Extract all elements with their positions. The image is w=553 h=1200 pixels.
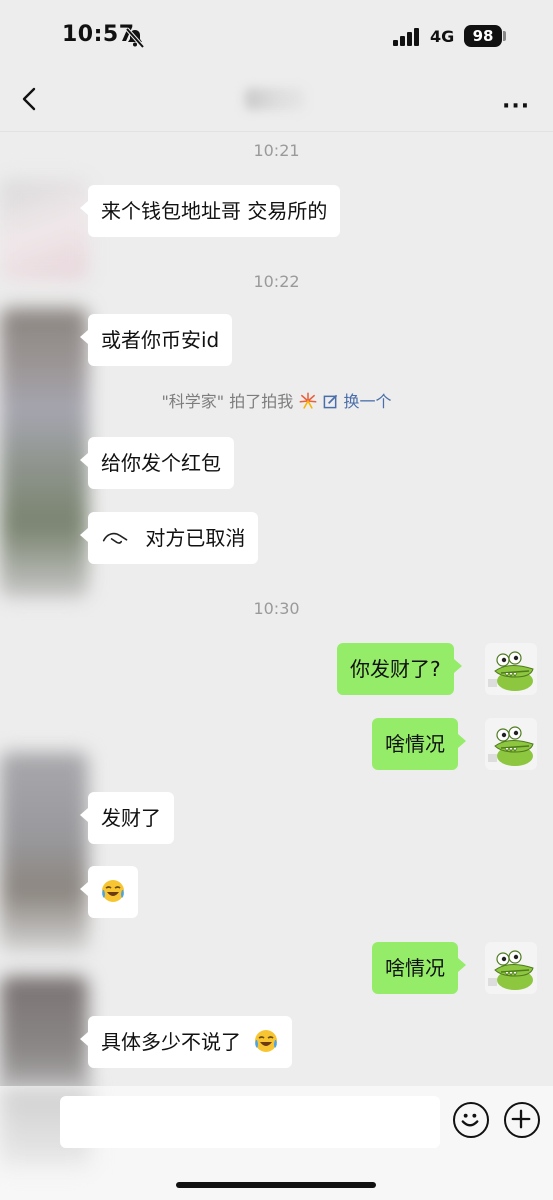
change-pat-label: 换一个 [343,392,392,411]
home-indicator [176,1182,376,1188]
message-bubble[interactable]: 具体多少不说了 [79,1016,293,1068]
message-bubble[interactable]: 来个钱包地址哥 交易所的 [79,185,341,237]
back-arrow-icon[interactable] [18,84,42,114]
message-text: 发财了 [101,806,161,830]
message-input[interactable] [60,1096,440,1148]
message-bubble[interactable]: 发财了 [80,792,174,844]
message-bubble[interactable]: 或者你币安id [79,314,233,366]
plus-button-icon[interactable] [504,1102,540,1138]
more-icon[interactable]: ··· [502,94,530,119]
handshake-icon [102,532,128,544]
signal-icon [393,28,423,46]
crying-laughing-emoji-icon [255,1030,278,1052]
message-text: 啥情况 [385,956,445,980]
canceled-notice-bubble[interactable]: 对方已取消 [79,512,259,564]
edit-icon [324,394,338,409]
message-text: 你发财了? [350,657,441,681]
message-text: 给你发个红包 [101,451,221,475]
fireworks-icon [299,392,317,409]
avatar[interactable] [0,752,88,952]
message-text: 对方已取消 [145,526,246,550]
status-bar: 10:57 4G 98 [0,0,553,72]
pat-notice: "科学家" 拍了拍我 换一个 [0,388,553,412]
message-text: 或者你币安id [101,328,220,352]
network-type: 4G [430,27,455,46]
message-text: 具体多少不说了 [101,1030,241,1054]
emoji-button-icon[interactable] [453,1102,489,1138]
battery-tip [503,31,506,41]
change-pat-link[interactable]: 换一个 [323,392,392,411]
message-bubble[interactable]: 啥情况 [372,718,466,770]
message-text: 来个钱包地址哥 交易所的 [101,199,328,223]
chat-header: ··· [0,72,553,132]
message-text: 啥情况 [385,732,445,756]
contact-name-redacted [245,88,305,110]
timestamp: 10:30 [253,599,300,618]
crocodile-avatar-icon[interactable] [485,942,537,994]
message-bubble[interactable]: 你发财了? [337,643,462,695]
crying-laughing-emoji-icon [102,880,124,902]
crocodile-avatar-icon[interactable] [485,718,537,770]
battery-indicator: 98 [464,25,502,47]
pat-text: "科学家" 拍了拍我 [161,392,294,411]
message-bubble[interactable]: 啥情况 [372,942,466,994]
message-bubble[interactable]: 给你发个红包 [80,437,234,489]
timestamp: 10:21 [253,141,300,160]
avatar[interactable] [0,180,88,280]
bell-slash-icon [125,27,145,49]
emoji-message-bubble[interactable] [80,866,138,918]
crocodile-avatar-icon[interactable] [485,643,537,695]
avatar[interactable] [0,308,88,598]
